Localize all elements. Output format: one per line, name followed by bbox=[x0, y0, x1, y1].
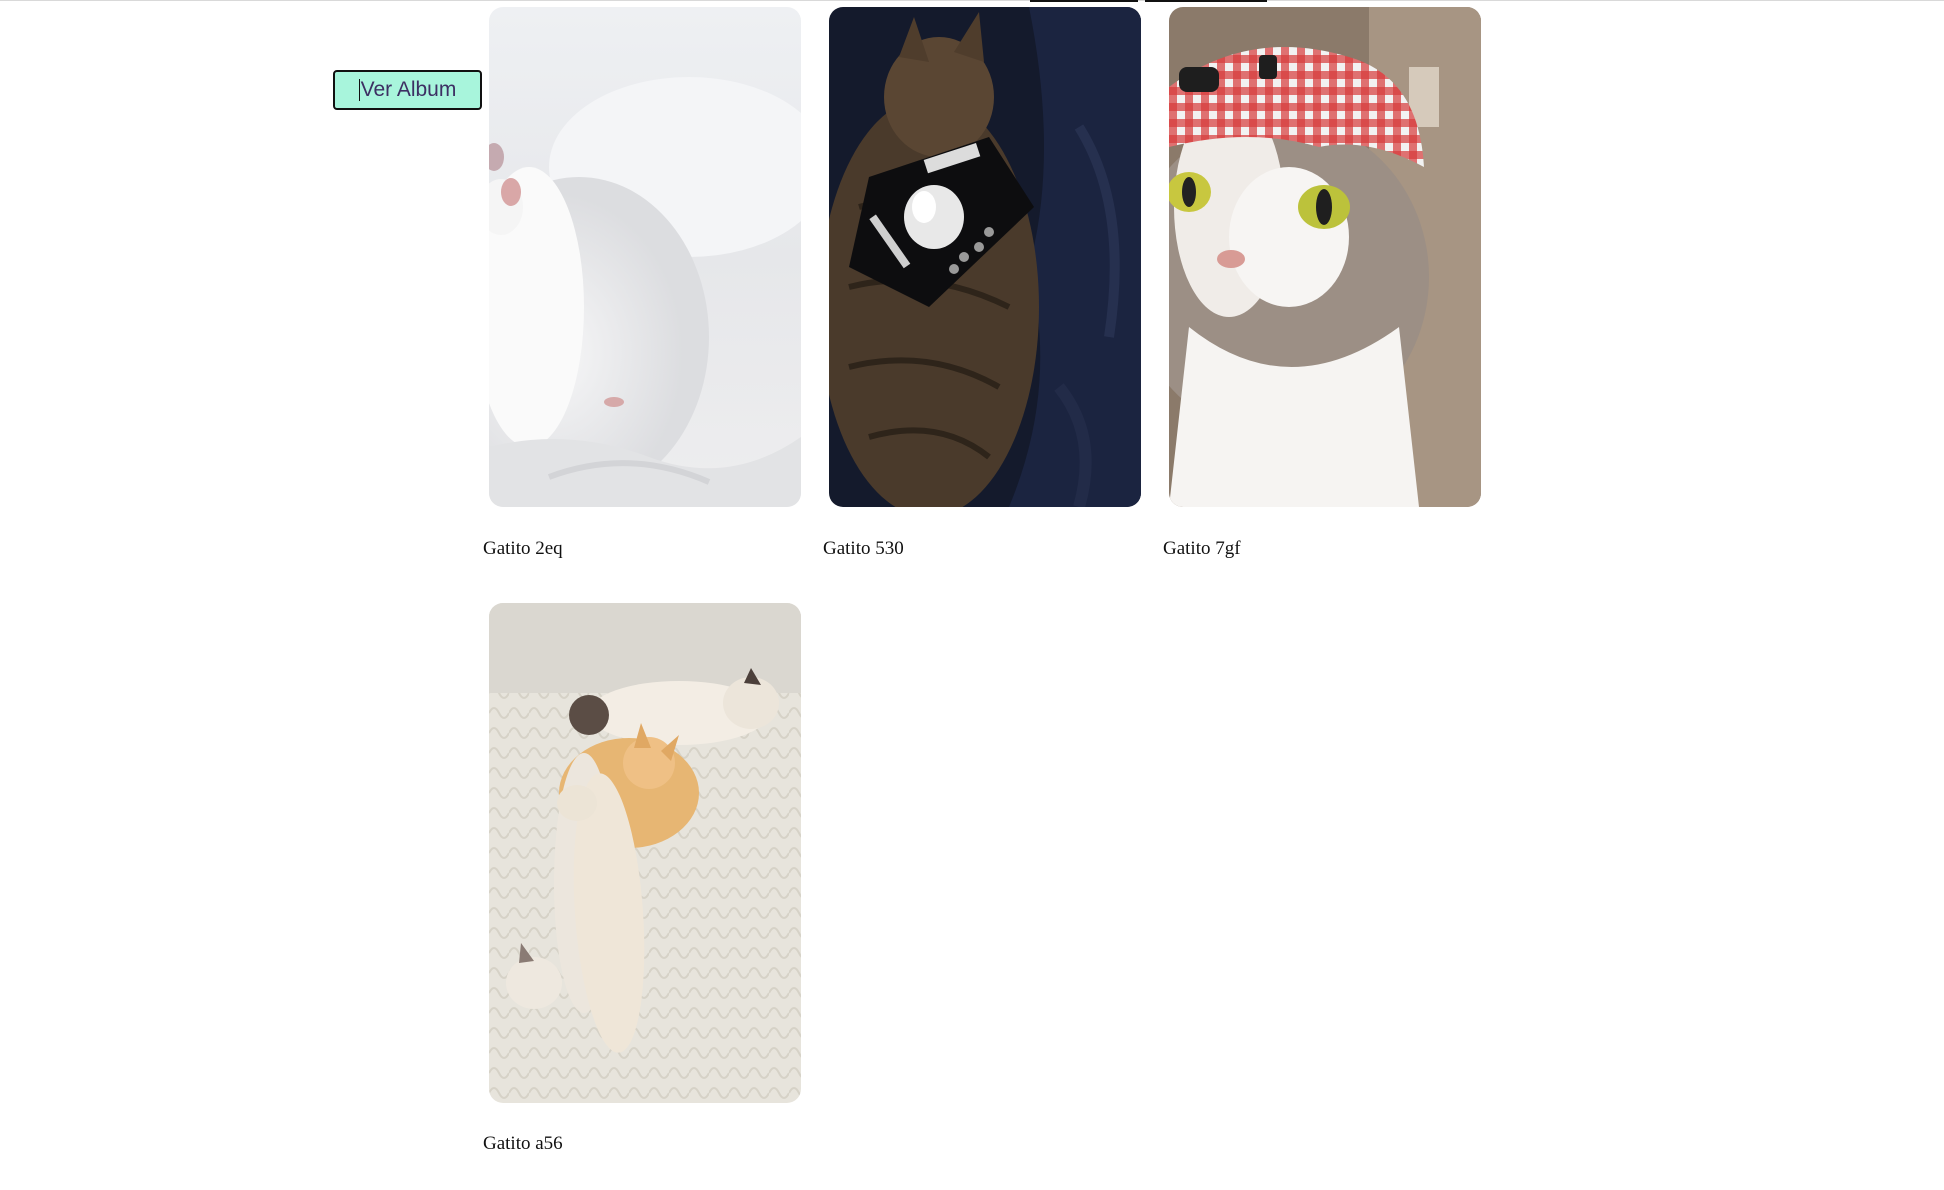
gallery-caption: Gatito 530 bbox=[823, 538, 904, 559]
gallery-photo[interactable] bbox=[489, 603, 801, 1103]
gallery-photo[interactable] bbox=[829, 7, 1141, 507]
gallery-photo[interactable] bbox=[1169, 7, 1481, 507]
ver-album-button[interactable]: Ver Album bbox=[333, 70, 482, 110]
top-tab-indicator bbox=[1030, 0, 1138, 2]
top-tab-indicator bbox=[1145, 0, 1267, 2]
gallery-photo[interactable] bbox=[489, 7, 801, 507]
gallery-caption: Gatito 7gf bbox=[1163, 538, 1241, 559]
text-cursor bbox=[358, 79, 360, 101]
gallery-caption: Gatito 2eq bbox=[483, 538, 563, 559]
tabby-cat-photo bbox=[829, 7, 1141, 507]
white-kitten-photo bbox=[489, 7, 801, 507]
ver-album-button-label: Ver Album bbox=[360, 78, 457, 101]
top-divider bbox=[0, 0, 1944, 1]
cat-with-hat-photo bbox=[1169, 7, 1481, 507]
kittens-photo bbox=[489, 603, 801, 1103]
page: Ver Album Gatito 2eq Gatito 530 Gatito 7… bbox=[0, 0, 1944, 1190]
gallery-caption: Gatito a56 bbox=[483, 1133, 563, 1154]
